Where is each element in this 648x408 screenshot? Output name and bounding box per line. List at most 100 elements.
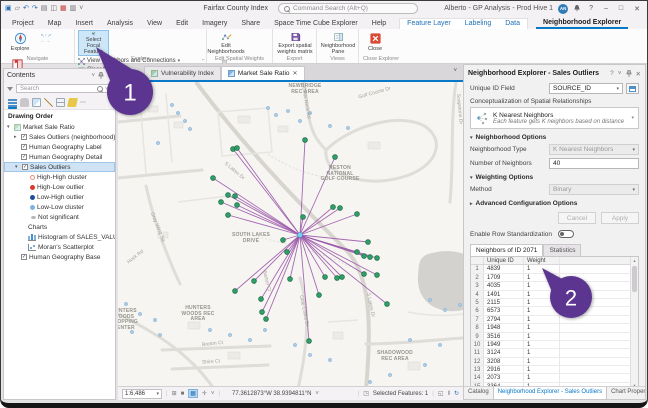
unique-id-cell[interactable]: 6573 bbox=[484, 307, 524, 314]
selected-features-count[interactable]: Selected Features: 1 bbox=[373, 391, 428, 397]
weight-cell[interactable]: 1 bbox=[524, 358, 560, 365]
not-significant-point[interactable] bbox=[328, 358, 331, 361]
panel-menu-chevron-icon[interactable]: ˅ bbox=[618, 70, 622, 77]
not-significant-point[interactable] bbox=[308, 111, 311, 114]
open-icon[interactable]: ▱ bbox=[15, 4, 20, 14]
magnifier-tool-icon[interactable]: ⊞ bbox=[172, 390, 177, 397]
tab-neighbors-of-id[interactable]: Neighbors of ID 2071 bbox=[470, 244, 543, 256]
weight-cell[interactable]: 1 bbox=[524, 374, 560, 381]
ribbon-tab-neighborhood-explorer[interactable]: Neighborhood Explorer bbox=[536, 18, 628, 29]
scroll-up-icon[interactable]: ▴ bbox=[631, 258, 638, 264]
ribbon-tab-project[interactable]: Project bbox=[5, 19, 41, 29]
unique-id-cell[interactable]: 1948 bbox=[484, 324, 524, 331]
table-row[interactable]: 217091 bbox=[471, 274, 638, 282]
tree-item-human-geography-label[interactable]: ✓Human Geography Label bbox=[4, 142, 115, 152]
neighbor-point[interactable] bbox=[226, 213, 231, 218]
weight-cell[interactable]: 1 bbox=[524, 282, 560, 289]
map-canvas[interactable]: NEWBRIDGE REC AREARESTON NATIONAL GOLF C… bbox=[118, 82, 463, 386]
layer-checkbox[interactable]: ✓ bbox=[22, 164, 28, 170]
table-row[interactable]: 1232081 bbox=[471, 358, 638, 366]
unique-id-cell[interactable]: 1949 bbox=[484, 341, 524, 348]
refresh-icon[interactable]: ↻ bbox=[454, 390, 459, 397]
weight-cell[interactable]: 1 bbox=[524, 316, 560, 323]
not-significant-point[interactable] bbox=[188, 127, 191, 130]
ribbon-tab-space-time-cube-explorer[interactable]: Space Time Cube Explorer bbox=[267, 19, 365, 29]
section-weighting-options[interactable]: ▾ Weighting Options bbox=[470, 174, 639, 181]
focal-feature-point[interactable] bbox=[298, 233, 303, 238]
close-explorer-button[interactable]: Close bbox=[362, 30, 388, 56]
cancel-button[interactable]: Cancel bbox=[558, 212, 596, 224]
section-advanced-options[interactable]: ▸ Advanced Configuration Options bbox=[470, 200, 639, 207]
neighbor-point[interactable] bbox=[368, 255, 373, 260]
not-significant-point[interactable] bbox=[443, 308, 446, 311]
layout-grid-icon[interactable]: ◱ bbox=[438, 390, 444, 397]
contents-search-input[interactable]: Search ˅ bbox=[16, 84, 112, 93]
number-of-neighbors-input[interactable]: 40 bbox=[549, 158, 639, 169]
neighbor-point[interactable] bbox=[226, 193, 231, 198]
weight-cell[interactable]: 1 bbox=[524, 366, 560, 373]
neighbor-point[interactable] bbox=[355, 250, 360, 255]
scrollbar-thumb[interactable] bbox=[632, 266, 637, 292]
unique-id-cell[interactable]: 1491 bbox=[484, 291, 524, 298]
tree-item-high-low-outlier[interactable]: High-Low outlier bbox=[4, 182, 115, 192]
dock-tab-neighborhood-explorer-sales-outliers[interactable]: Neighborhood Explorer - Sales Outliers bbox=[493, 387, 607, 399]
neighbor-point[interactable] bbox=[233, 289, 238, 294]
not-significant-point[interactable] bbox=[328, 124, 331, 127]
ribbon-tab-edit[interactable]: Edit bbox=[169, 19, 195, 29]
list-by-labeling-icon[interactable] bbox=[67, 98, 78, 107]
not-significant-point[interactable] bbox=[438, 343, 441, 346]
ribbon-tab-help[interactable]: Help bbox=[365, 19, 393, 29]
not-significant-point[interactable] bbox=[176, 111, 179, 114]
tree-item-moran-s-scatterplot[interactable]: Moran's Scatterplot bbox=[4, 242, 115, 252]
layer-checkbox[interactable]: ✓ bbox=[21, 134, 27, 140]
neighbor-point[interactable] bbox=[219, 200, 224, 205]
not-significant-point[interactable] bbox=[458, 303, 461, 306]
neighbor-point[interactable] bbox=[362, 272, 367, 277]
tree-item-human-geography-detail[interactable]: ✓Human Geography Detail bbox=[4, 152, 115, 162]
list-by-snapping-icon[interactable] bbox=[56, 98, 65, 107]
table-row[interactable]: 414911 bbox=[471, 291, 638, 299]
not-significant-point[interactable] bbox=[368, 380, 371, 383]
notifications-bell-icon[interactable] bbox=[573, 4, 581, 13]
tree-item-market-sale-ratio[interactable]: ▾Market Sale Ratio bbox=[4, 122, 115, 132]
neighbor-point[interactable] bbox=[333, 155, 338, 160]
set-unique-id-button[interactable] bbox=[626, 83, 639, 94]
table-scrollbar[interactable]: ▴ ▾ bbox=[630, 257, 638, 390]
panel-close-icon[interactable]: ✕ bbox=[636, 70, 641, 78]
list-by-data-source-icon[interactable] bbox=[20, 98, 29, 107]
weight-cell[interactable]: 1 bbox=[524, 299, 560, 306]
table-row[interactable]: 1420731 bbox=[471, 374, 638, 382]
dock-tab-chart-properties[interactable]: Chart Properties bbox=[607, 387, 646, 399]
not-significant-point[interactable] bbox=[170, 103, 173, 106]
ribbon-tab-view[interactable]: View bbox=[140, 19, 169, 29]
not-significant-point[interactable] bbox=[156, 141, 159, 144]
add-overlay-icon[interactable]: ✛ bbox=[202, 390, 207, 397]
close-pane-icon[interactable]: ✕ bbox=[107, 72, 112, 79]
neighbor-point[interactable] bbox=[331, 205, 336, 210]
close-tab-icon[interactable]: ✕ bbox=[293, 70, 298, 77]
neighbor-point[interactable] bbox=[355, 212, 360, 217]
layer-checkbox[interactable]: ✓ bbox=[21, 144, 27, 150]
ribbon-tab-labeling[interactable]: Labeling bbox=[458, 19, 498, 29]
expander-icon[interactable]: ▾ bbox=[7, 124, 12, 130]
maximize-button[interactable]: □ bbox=[616, 5, 626, 12]
apply-button[interactable]: Apply bbox=[601, 212, 639, 224]
tree-item-high-high-cluster[interactable]: High-High cluster bbox=[4, 172, 115, 182]
unique-id-cell[interactable]: 2073 bbox=[484, 374, 524, 381]
expander-icon[interactable]: ▾ bbox=[15, 164, 20, 170]
unique-id-cell[interactable]: 3516 bbox=[484, 333, 524, 340]
avatar[interactable]: AN bbox=[558, 4, 568, 14]
pan-arrows-icon[interactable]: ↖↑↗←→ bbox=[40, 30, 51, 44]
neighbor-point[interactable] bbox=[235, 146, 240, 151]
not-significant-point[interactable] bbox=[153, 318, 156, 321]
close-window-button[interactable]: ✕ bbox=[631, 5, 643, 13]
redo-icon[interactable]: ↷ bbox=[32, 4, 38, 14]
not-significant-point[interactable] bbox=[124, 302, 127, 305]
weight-cell[interactable]: 1 bbox=[524, 274, 560, 281]
project-icon[interactable]: ▤ bbox=[41, 4, 48, 14]
conceptualization-dropdown[interactable]: K Nearest Neighbors Each feature gets K … bbox=[470, 107, 639, 129]
neighbor-point[interactable] bbox=[259, 297, 264, 302]
neighbor-point[interactable] bbox=[211, 176, 216, 181]
more-options-icon[interactable]: ⋯ bbox=[80, 99, 86, 106]
neighbor-point[interactable] bbox=[264, 317, 269, 322]
